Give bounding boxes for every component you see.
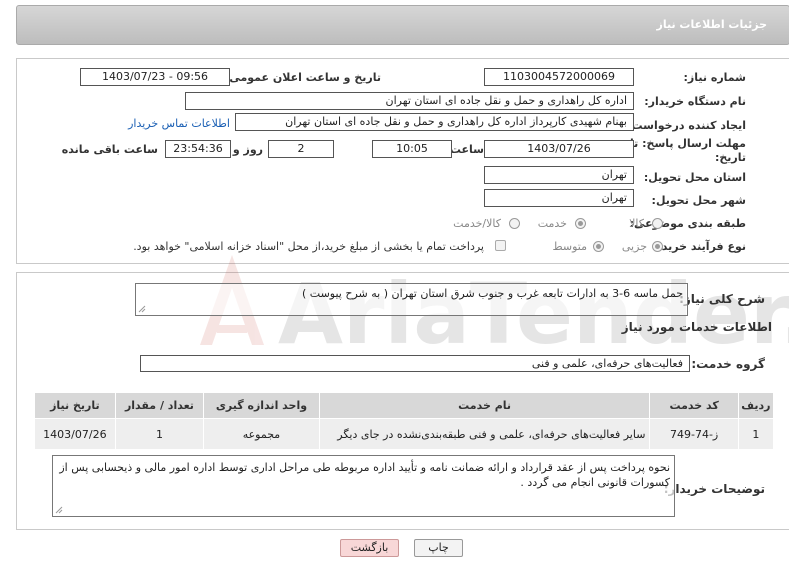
row-service-name-text: سایر فعالیت‌های حرفه‌ای، علمی و فنی طبقه… xyxy=(337,427,646,441)
category-goods-radio[interactable] xyxy=(652,218,663,229)
buyer-notes-text: نحوه پرداخت پس از عقد قرارداد و ارائه ضم… xyxy=(59,461,670,489)
back-button[interactable]: بازگشت xyxy=(340,539,399,557)
service-group-label: گروه خدمت: xyxy=(691,357,765,371)
buyer-org-label: نام دستگاه خریدار: xyxy=(644,95,746,108)
col-code-header: کد خدمت xyxy=(649,392,739,419)
category-goods-service-radio[interactable] xyxy=(509,218,520,229)
col-date-header: تاریخ نیاز xyxy=(34,392,116,419)
summary-label: شرح کلی نیاز: xyxy=(679,292,765,306)
city-field: تهران xyxy=(484,189,634,207)
service-group-field: فعالیت‌های حرفه‌ای، علمی و فنی xyxy=(140,355,690,372)
days-remaining-field: 2 xyxy=(268,140,334,158)
row-date: 1403/07/26 xyxy=(34,418,116,450)
services-table: تاریخ نیاز تعداد / مقدار واحد اندازه گیر… xyxy=(34,392,775,450)
days-label: روز و xyxy=(232,143,263,156)
announce-date-label: تاریخ و ساعت اعلان عمومی: xyxy=(224,71,381,84)
category-goods-service-label: کالا/خدمت xyxy=(453,217,501,230)
buyer-contact-link[interactable]: اطلاعات تماس خریدار xyxy=(128,117,230,130)
buyer-notes-textarea[interactable]: نحوه پرداخت پس از عقد قرارداد و ارائه ضم… xyxy=(52,455,675,517)
table-row: 1403/07/26 1 مجموعه سایر فعالیت‌های حرفه… xyxy=(34,418,775,450)
page-title: جزئیات اطلاعات نیاز xyxy=(656,18,768,31)
category-service-label: خدمت xyxy=(537,217,567,230)
creator-field: بهنام شهیدی کارپرداز اداره کل راهداری و … xyxy=(235,113,634,131)
col-name-header: نام خدمت xyxy=(318,392,651,419)
deadline-time-label: ساعت xyxy=(449,143,484,156)
deadline-time-field: 10:05 xyxy=(372,140,452,158)
announce-date-field: 1403/07/23 - 09:56 xyxy=(80,68,230,86)
resize-handle-icon[interactable] xyxy=(55,506,63,514)
deadline-date-field: 1403/07/26 xyxy=(484,140,634,158)
province-field: تهران xyxy=(484,166,634,184)
category-goods-label: کالا xyxy=(629,217,644,230)
creator-label: ایجاد کننده درخواست: xyxy=(627,119,746,132)
row-unit: مجموعه xyxy=(203,418,320,450)
city-label: شهر محل تحویل: xyxy=(651,194,746,207)
services-section-title: اطلاعات خدمات مورد نیاز xyxy=(621,320,772,334)
summary-textarea[interactable]: حمل ماسه 6-3 به ادارات تابعه غرب و جنوب … xyxy=(135,283,688,316)
buyer-notes-label: توضیحات خریدار: xyxy=(663,482,765,496)
treasury-payment-checkbox[interactable] xyxy=(495,240,506,251)
category-label: طبقه بندی موضوعی: xyxy=(629,217,746,230)
resize-handle-icon[interactable] xyxy=(138,305,146,313)
col-index-header: ردیف xyxy=(737,392,775,419)
need-number-field: 1103004572000069 xyxy=(484,68,634,86)
col-qty-header: تعداد / مقدار xyxy=(114,392,205,419)
row-service-name: سایر فعالیت‌های حرفه‌ای، علمی و فنی طبقه… xyxy=(318,418,651,450)
row-index: 1 xyxy=(737,418,775,450)
process-medium-radio[interactable] xyxy=(593,241,604,252)
need-number-label: شماره نیاز: xyxy=(683,71,746,84)
treasury-payment-note: پرداخت تمام یا بخشی از مبلغ خرید،از محل … xyxy=(133,240,484,253)
deadline-label: مهلت ارسال پاسخ: تا تاریخ: xyxy=(630,137,746,164)
province-label: استان محل تحویل: xyxy=(643,171,746,184)
page-header: جزئیات اطلاعات نیاز xyxy=(16,5,789,45)
row-qty: 1 xyxy=(114,418,205,450)
table-header-row: تاریخ نیاز تعداد / مقدار واحد اندازه گیر… xyxy=(34,392,775,419)
process-minor-label: جزیی xyxy=(621,240,647,253)
time-remaining-label: ساعت باقی مانده xyxy=(61,143,158,156)
buyer-org-field: اداره کل راهداری و حمل و نقل جاده ای است… xyxy=(185,92,634,110)
process-label: نوع فرآیند خرید : xyxy=(653,240,746,253)
row-code: ز-74-749 xyxy=(649,418,739,450)
process-minor-radio[interactable] xyxy=(652,241,663,252)
category-service-radio[interactable] xyxy=(575,218,586,229)
print-button[interactable]: چاپ xyxy=(414,539,463,557)
col-unit-header: واحد اندازه گیری xyxy=(203,392,320,419)
summary-text: حمل ماسه 6-3 به ادارات تابعه غرب و جنوب … xyxy=(302,287,683,300)
time-remaining-field: 23:54:36 xyxy=(165,140,231,158)
process-medium-label: متوسط xyxy=(552,240,587,253)
